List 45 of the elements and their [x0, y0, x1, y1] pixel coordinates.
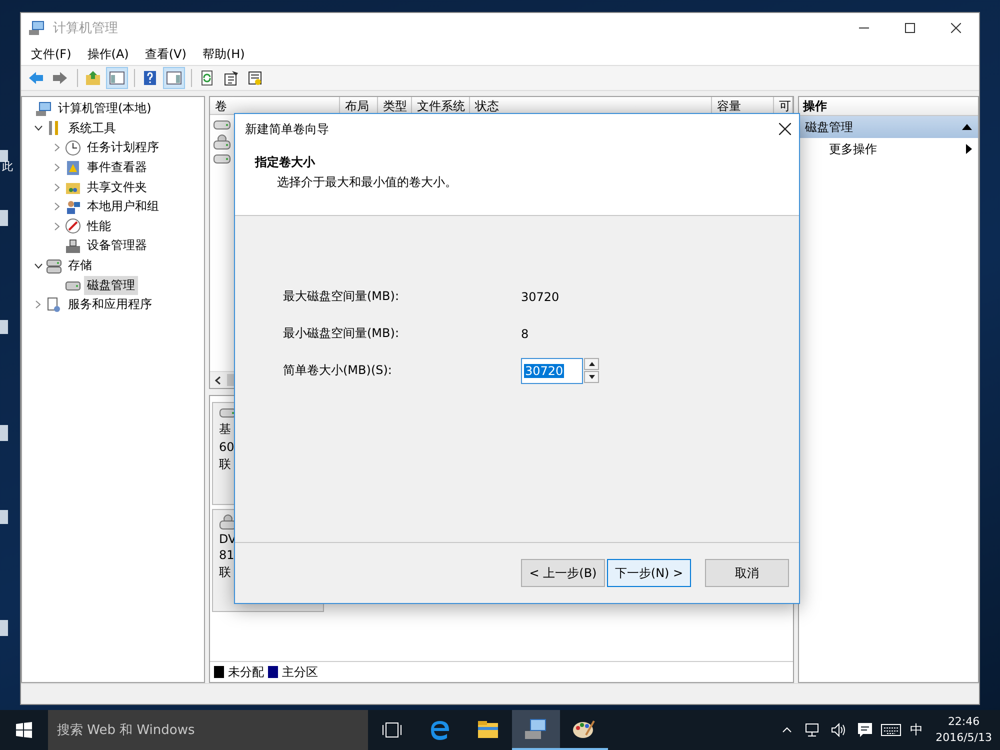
action-link[interactable]: 更多操作 — [828, 140, 877, 158]
tree-item[interactable]: 本地用户和组 — [84, 197, 162, 216]
search-field[interactable]: 搜索 Web 和 Windows — [48, 710, 368, 750]
tree-item[interactable]: 设备管理器 — [84, 236, 150, 256]
tree-item[interactable]: 事件查看器 — [84, 158, 150, 178]
menu-item[interactable]: 文件(F) — [23, 46, 80, 62]
window-title: 计算机管理 — [53, 20, 119, 37]
field-label: 最大磁盘空间量(MB): — [283, 288, 400, 305]
clock-time[interactable]: 22:46 — [948, 714, 980, 730]
tree-item[interactable]: 服务和应用程序 — [65, 295, 155, 314]
tree-item[interactable]: 存储 — [65, 256, 95, 276]
number-field[interactable]: 30720 — [521, 358, 583, 384]
field-value: 8 — [521, 326, 529, 340]
back-button[interactable]: < 上一步(B) — [521, 559, 605, 587]
legend-label: 主分区 — [282, 664, 318, 680]
tree-item[interactable]: 磁盘管理 — [84, 276, 138, 295]
step-description: 选择介于最大和最小值的卷大小。 — [276, 174, 458, 191]
field-value: 30720 — [521, 290, 560, 304]
column-header[interactable]: 卷 — [210, 97, 340, 115]
actions-section-header[interactable]: 磁盘管理 — [798, 116, 978, 138]
tree-item[interactable]: 共享文件夹 — [84, 178, 150, 197]
step-heading: 指定卷大小 — [255, 154, 316, 171]
disk-info-text: 联 — [218, 456, 232, 473]
field-label: 简单卷大小(MB)(S): — [283, 362, 393, 379]
tree-item[interactable]: 性能 — [84, 216, 114, 236]
disk-info-text: 81 — [218, 548, 236, 562]
disk-info-text: 60 — [218, 440, 236, 454]
menu-item[interactable]: 操作(A) — [79, 46, 137, 62]
disk-info-text: 基 — [218, 421, 232, 438]
actions-header: 操作 — [798, 97, 978, 116]
tree-item[interactable]: 任务计划程序 — [84, 138, 162, 158]
dialog-title: 新建简单卷向导 — [245, 120, 329, 138]
menu-item[interactable]: 帮助(H) — [194, 46, 253, 62]
field-label: 最小磁盘空间量(MB): — [283, 325, 400, 342]
section-title: 磁盘管理 — [804, 118, 853, 136]
menu-item[interactable]: 查看(V) — [136, 46, 194, 62]
clock-date[interactable]: 2016/5/13 — [936, 730, 992, 746]
tree-item[interactable]: 系统工具 — [65, 118, 119, 138]
disk-info-text: 联 — [218, 564, 232, 581]
tree-item[interactable]: 计算机管理(本地) — [55, 99, 154, 118]
next-button[interactable]: 下一步(N) > — [607, 559, 691, 587]
input-method-indicator[interactable]: 中 — [904, 721, 930, 739]
desktop-icon-label: 此 — [2, 159, 13, 174]
cancel-button[interactable]: 取消 — [705, 559, 789, 587]
legend-label: 未分配 — [228, 664, 264, 680]
